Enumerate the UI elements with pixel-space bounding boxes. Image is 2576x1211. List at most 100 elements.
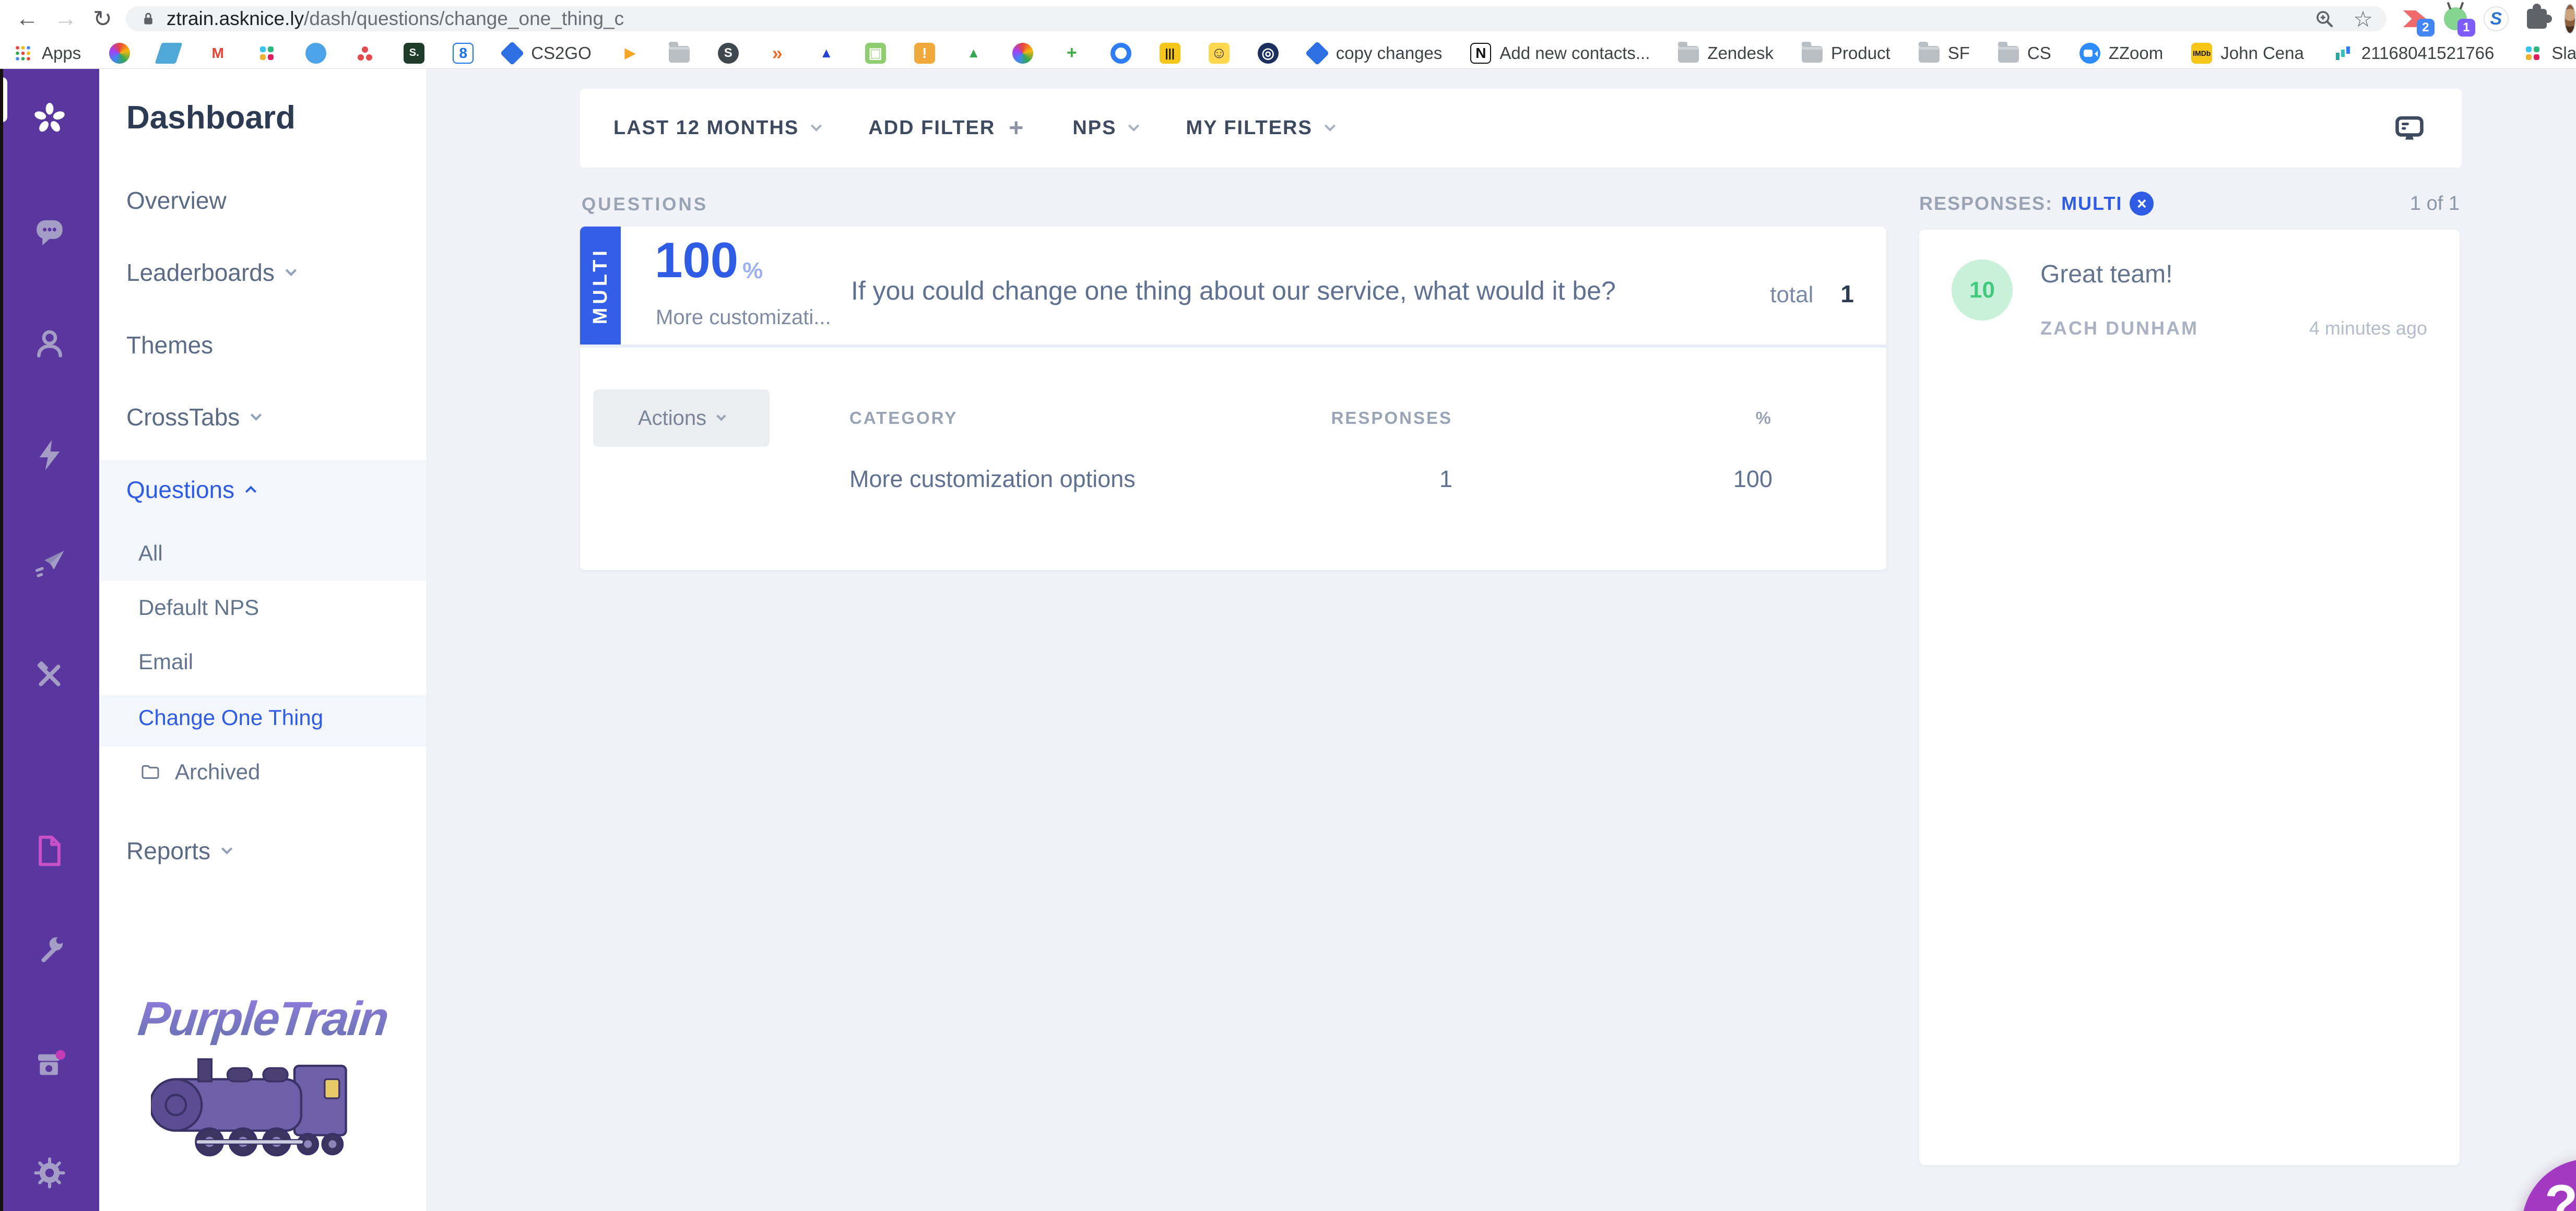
gmail-icon: M (207, 43, 228, 64)
filter-nps[interactable]: NPS (1072, 117, 1138, 139)
bookmark-item[interactable] (158, 43, 179, 64)
reload-button[interactable]: ↻ (93, 6, 112, 32)
column-header-responses: RESPONSES (1331, 408, 1452, 428)
nps-score-badge: 10 (1952, 259, 2013, 320)
bookmark-item[interactable]: Apps (13, 43, 81, 64)
bookmark-label: SF (1948, 43, 1970, 63)
drive-triangle-icon: ▲ (963, 43, 984, 64)
nav-item-overview[interactable]: Overview (126, 186, 227, 215)
filter-last-12-months[interactable]: LAST 12 MONTHS (613, 117, 820, 139)
extension-red-icon[interactable]: 2 (2401, 5, 2428, 32)
actions-button[interactable]: Actions (593, 389, 770, 447)
bookmark-item[interactable]: CS (1998, 43, 2051, 63)
bookmark-item[interactable]: ☺ (1209, 43, 1230, 64)
bookmark-item[interactable] (256, 43, 277, 64)
help-button[interactable]: ? (2522, 1159, 2576, 1211)
people-icon[interactable] (31, 325, 68, 362)
bookmark-item[interactable]: ! (914, 43, 935, 64)
pages-icon[interactable] (31, 833, 68, 869)
bookmark-item[interactable]: ▲ (963, 43, 984, 64)
bookmark-item[interactable]: Product (1802, 43, 1890, 63)
filter-my-filters[interactable]: MY FILTERS (1186, 117, 1333, 139)
nav-item-label: Email (138, 649, 193, 674)
question-text: If you could change one thing about our … (851, 276, 1616, 306)
extensions-puzzle-icon[interactable] (2523, 5, 2550, 32)
question-total: total 1 (1770, 280, 1854, 308)
bookmark-item[interactable]: 8 (453, 43, 474, 64)
bookmark-item[interactable] (669, 44, 690, 63)
bookmark-item[interactable]: SF (1919, 43, 1970, 63)
bookmark-item[interactable]: M (207, 43, 228, 64)
bookmark-item[interactable]: S (718, 43, 739, 64)
extension-sloan-icon[interactable]: S (2483, 5, 2510, 32)
nav-item-email[interactable]: Email (138, 649, 193, 674)
bookmark-item[interactable]: ZZoom (2079, 43, 2164, 64)
blue-diamond-icon (1305, 41, 1329, 65)
remove-filter-button[interactable]: × (2130, 192, 2154, 216)
automation-icon[interactable] (31, 437, 68, 473)
bookmark-item[interactable]: NAdd new contacts... (1470, 43, 1650, 64)
browser-profile-avatar[interactable] (2564, 4, 2576, 34)
address-bar[interactable]: ztrain.asknice.ly/dash/questions/change_… (126, 6, 2386, 31)
bookmark-item[interactable]: 21168041521766 (2332, 43, 2495, 64)
build-icon[interactable] (31, 657, 68, 694)
responses-counter: 1 of 1 (2410, 193, 2460, 215)
nav-item-reports[interactable]: Reports (126, 837, 231, 865)
bookmark-item[interactable]: Slack | Sloan | Ask... (2522, 43, 2576, 64)
bookmark-item[interactable]: Zendesk (1678, 43, 1774, 63)
conversations-icon[interactable] (31, 213, 68, 250)
bookmark-item[interactable] (1110, 43, 1131, 64)
blue-parallelogram-icon (155, 43, 183, 64)
bookmark-item[interactable]: CS2GO (502, 43, 592, 64)
response-timestamp: 4 minutes ago (2309, 317, 2427, 339)
bookmark-item[interactable]: S. (404, 43, 424, 64)
nav-item-leaderboards[interactable]: Leaderboards (126, 258, 295, 287)
orange-chevrons-icon: » (767, 43, 788, 64)
store-icon[interactable] (31, 1046, 68, 1083)
lock-icon (139, 10, 157, 28)
responses-panel-header: RESPONSES: MULTI × 1 of 1 (1919, 189, 2460, 218)
nav-item-themes[interactable]: Themes (126, 331, 213, 359)
asknicely-logo[interactable] (31, 100, 68, 137)
tools-icon[interactable] (31, 933, 68, 969)
top-category-caption: More customizati... (656, 306, 833, 329)
bookmark-item[interactable]: ◎ (1258, 43, 1279, 64)
bookmark-item[interactable]: » (767, 43, 788, 64)
nav-item-label: Change One Thing (138, 705, 323, 730)
bookmark-item[interactable]: ▶ (620, 43, 641, 64)
bookmark-item[interactable]: ||| (1160, 43, 1180, 64)
red-dots-icon (355, 43, 375, 64)
nav-item-all[interactable]: All (138, 541, 163, 566)
bookmark-item[interactable] (355, 43, 375, 64)
category-cell[interactable]: More customization options (849, 466, 1136, 493)
forward-button[interactable]: → (54, 6, 77, 32)
bookmark-item[interactable] (305, 43, 326, 64)
bookmark-item[interactable]: copy changes (1307, 43, 1443, 64)
nav-item-questions[interactable]: Questions (126, 476, 255, 504)
send-icon[interactable] (31, 545, 68, 582)
nav-item-crosstabs[interactable]: CrossTabs (126, 403, 260, 431)
column-header-percent: % (1756, 408, 1773, 428)
back-button[interactable]: ← (16, 6, 39, 32)
nav-item-change-one-thing[interactable]: Change One Thing (138, 705, 323, 730)
folder-icon (1919, 46, 1940, 63)
response-card[interactable]: 10 Great team! ZACH DUNHAM 4 minutes ago (1919, 230, 2460, 1165)
bookmark-item[interactable]: ▲ (816, 43, 837, 64)
filter-add-filter[interactable]: ADD FILTER+ (868, 116, 1024, 141)
zoom-page-icon[interactable] (2313, 8, 2335, 30)
tv-mode-button[interactable] (2391, 112, 2428, 145)
dashboard-nav: Dashboard OverviewLeaderboardsThemesCros… (99, 69, 427, 1211)
bookmark-item[interactable] (1012, 43, 1033, 64)
bookmark-item[interactable] (109, 43, 130, 64)
bookmark-item[interactable]: IMDbJohn Cena (2191, 43, 2304, 64)
rainbow-circle-icon (1012, 43, 1033, 64)
nav-item-archived[interactable]: Archived (138, 759, 260, 785)
settings-icon[interactable] (31, 1155, 68, 1191)
nav-item-default-nps[interactable]: Default NPS (138, 595, 259, 620)
total-value: 1 (1840, 280, 1854, 308)
bookmark-item[interactable]: ▣ (865, 43, 886, 64)
bookmark-label: Apps (42, 43, 81, 63)
bookmark-star-icon[interactable]: ☆ (2353, 6, 2373, 32)
bookmark-item[interactable]: + (1061, 43, 1082, 64)
extension-green-icon[interactable]: 1 (2442, 5, 2469, 32)
